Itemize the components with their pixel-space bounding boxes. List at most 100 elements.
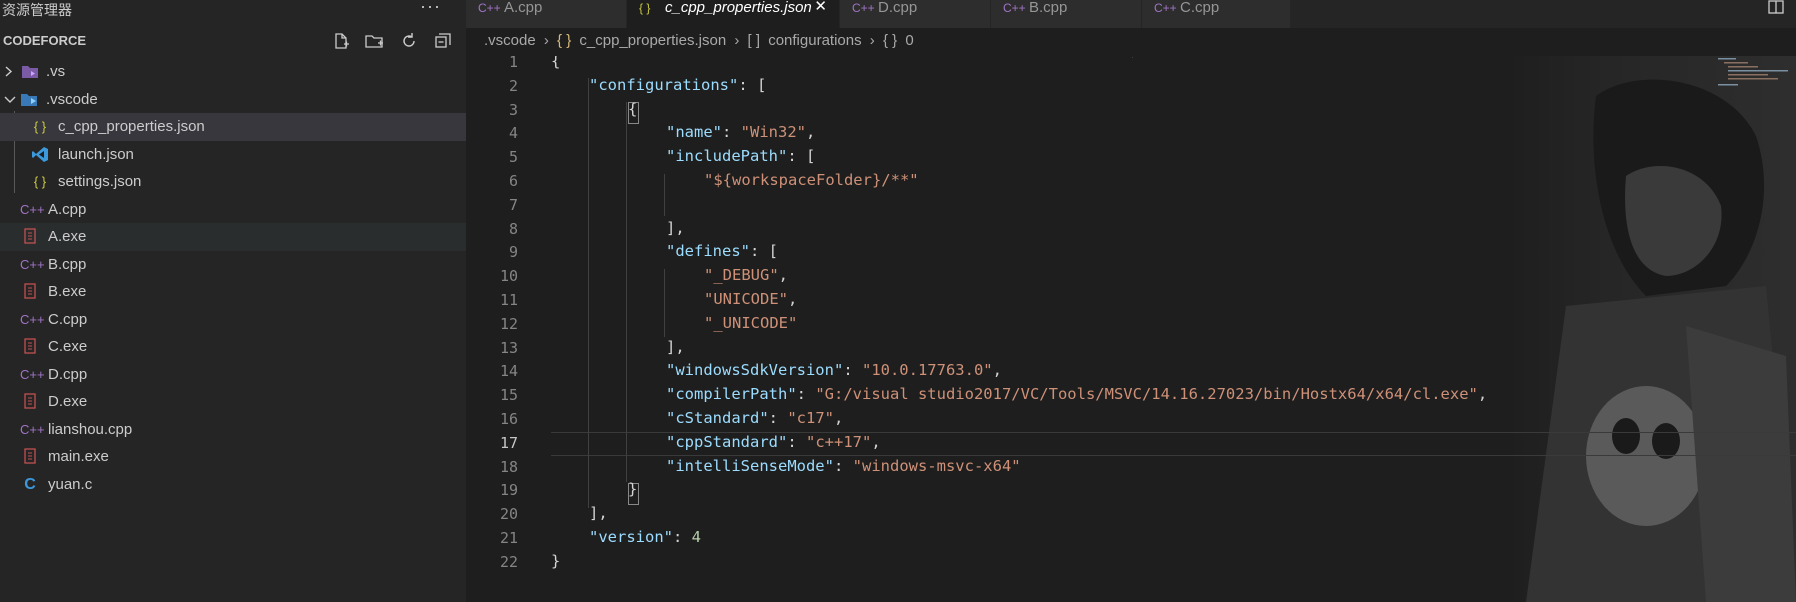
cpp-icon: C++ xyxy=(20,311,45,327)
tab-label: D.cpp xyxy=(878,0,918,16)
object-icon: { } xyxy=(882,32,898,49)
tree-item-label: D.cpp xyxy=(48,365,88,383)
tree-item-b-cpp[interactable]: C++ B.cpp xyxy=(0,251,466,279)
json-key: "defines" xyxy=(666,242,750,261)
tab-d-cpp[interactable]: C++ D.cpp xyxy=(840,0,991,28)
json-key: "intelliSenseMode" xyxy=(666,456,834,475)
tree-item-label: .vs xyxy=(46,63,66,80)
tree-item-label: main.exe xyxy=(48,448,109,465)
tree-item-b-exe[interactable]: B.exe xyxy=(0,278,466,306)
code-line: ], xyxy=(666,337,685,356)
line-number: 16 xyxy=(499,410,518,428)
code-line: "${workspaceFolder}/**" xyxy=(704,171,919,189)
collapse-all-icon[interactable] xyxy=(432,30,454,52)
tree-item-main-exe[interactable]: main.exe xyxy=(0,443,466,471)
code-line: "cStandard": "c17", xyxy=(666,409,844,427)
breadcrumb: .vscode › { } c_cpp_properties.json › [ … xyxy=(484,32,918,52)
cpp-icon: C++ xyxy=(1003,1,1026,15)
tab-b-cpp[interactable]: C++ B.cpp xyxy=(991,0,1142,28)
new-file-icon[interactable] xyxy=(330,30,352,52)
project-name[interactable]: CODEFORCE xyxy=(3,33,86,48)
code-line: "_DEBUG", xyxy=(704,266,788,285)
tree-item-c-cpp[interactable]: C++ C.cpp xyxy=(0,306,466,334)
json-key: "name" xyxy=(666,123,722,142)
line-number: 10 xyxy=(499,267,518,286)
line-number: 20 xyxy=(499,505,518,524)
indent-guide xyxy=(1132,57,1133,58)
code-line: "configurations": [ xyxy=(589,75,767,94)
minimap[interactable] xyxy=(1710,56,1796,96)
cpp-icon: C++ xyxy=(20,421,45,437)
breadcrumb-index[interactable]: 0 xyxy=(905,32,913,49)
line-number: 13 xyxy=(499,338,518,357)
cpp-icon: C++ xyxy=(20,256,45,272)
tree-item-vs[interactable]: .vs xyxy=(0,58,466,86)
tree-item-label: A.exe xyxy=(48,228,87,245)
json-key: "windowsSdkVersion" xyxy=(666,361,844,380)
code-line: "compilerPath": "G:/visual studio2017/VC… xyxy=(666,385,1488,404)
json-string: "windows-msvc-x64" xyxy=(852,456,1021,475)
tree-item-label: D.exe xyxy=(48,393,88,410)
breadcrumb-file[interactable]: c_cpp_properties.json xyxy=(579,32,726,49)
json-number: 4 xyxy=(691,528,702,546)
line-number: 12 xyxy=(499,314,518,333)
line-number: 8 xyxy=(508,219,518,238)
tree-item-d-exe[interactable]: D.exe xyxy=(0,388,466,416)
refresh-icon[interactable] xyxy=(398,30,420,52)
json-string: "UNICODE" xyxy=(704,290,788,308)
json-string: "G:/visual studio2017/VC/Tools/MSVC/14.1… xyxy=(815,385,1478,404)
line-number-current: 17 xyxy=(499,433,518,452)
code-line: "defines": [ xyxy=(666,242,778,261)
tab-label: c_cpp_properties.json xyxy=(665,0,812,16)
breadcrumb-key[interactable]: configurations xyxy=(768,32,861,49)
code-line-current: "cppStandard": "c++17", xyxy=(666,432,881,451)
code-line: "name": "Win32", xyxy=(666,123,816,142)
tab-c-cpp[interactable]: C++ C.cpp xyxy=(1142,0,1291,28)
editor-tab-bar: C++ A.cpp { } c_cpp_properties.json ✕ C+… xyxy=(466,0,1796,28)
json-icon: { } xyxy=(33,174,47,189)
tree-item-label: settings.json xyxy=(58,173,142,190)
tab-label: A.cpp xyxy=(504,0,543,16)
c-icon: C xyxy=(24,475,36,493)
cpp-icon: C++ xyxy=(1154,1,1177,15)
code-line: } xyxy=(551,551,561,570)
close-icon[interactable]: ✕ xyxy=(814,0,827,15)
code-line: "UNICODE", xyxy=(704,290,798,308)
line-number: 1 xyxy=(508,56,518,71)
new-folder-icon[interactable] xyxy=(364,30,386,52)
tree-item-vscode[interactable]: .vscode xyxy=(0,86,466,114)
more-actions-icon[interactable]: ··· xyxy=(420,0,441,17)
json-string: "c17" xyxy=(787,409,834,427)
tree-item-a-exe[interactable]: A.exe xyxy=(0,223,466,251)
split-editor-icon[interactable] xyxy=(1768,0,1784,14)
cpp-icon: C++ xyxy=(20,201,45,217)
tree-item-settings-json[interactable]: { } settings.json xyxy=(0,168,466,196)
code-line: "_UNICODE" xyxy=(704,314,797,332)
indent-guide xyxy=(664,269,665,337)
tab-c-cpp-properties[interactable]: { } c_cpp_properties.json ✕ xyxy=(627,0,840,28)
tree-item-launch-json[interactable]: launch.json xyxy=(0,141,466,169)
tree-item-a-cpp[interactable]: C++ A.cpp xyxy=(0,196,466,224)
array-icon: [ ] xyxy=(747,32,761,49)
chevron-right-icon: › xyxy=(869,32,875,49)
tree-item-c-exe[interactable]: C.exe xyxy=(0,333,466,361)
json-key: "cStandard" xyxy=(666,409,769,427)
file-tree: .vs .vscode { } c_cpp_properties.json la… xyxy=(0,58,466,498)
tab-a-cpp[interactable]: C++ A.cpp xyxy=(466,0,627,28)
code-line: "version": 4 xyxy=(589,528,702,546)
tree-item-yuan-c[interactable]: C yuan.c xyxy=(0,471,466,499)
tree-item-label: A.cpp xyxy=(48,200,87,218)
json-icon: { } xyxy=(33,119,47,134)
tree-item-label: B.exe xyxy=(48,283,87,300)
code-line: } xyxy=(628,480,638,499)
breadcrumb-folder[interactable]: .vscode xyxy=(484,32,536,49)
code-editor[interactable]: 1 2 3 4 5 6 7 8 9 10 11 12 13 14 15 16 1… xyxy=(466,56,1796,602)
line-number: 5 xyxy=(508,148,518,167)
line-number: 15 xyxy=(499,386,518,405)
tree-item-lianshou-cpp[interactable]: C++ lianshou.cpp xyxy=(0,416,466,444)
tree-item-d-cpp[interactable]: C++ D.cpp xyxy=(0,361,466,389)
tree-item-c-cpp-properties[interactable]: { } c_cpp_properties.json xyxy=(0,113,466,141)
line-number: 14 xyxy=(499,362,518,381)
code-line: "intelliSenseMode": "windows-msvc-x64" xyxy=(666,456,1021,475)
tree-item-label: launch.json xyxy=(58,145,134,163)
